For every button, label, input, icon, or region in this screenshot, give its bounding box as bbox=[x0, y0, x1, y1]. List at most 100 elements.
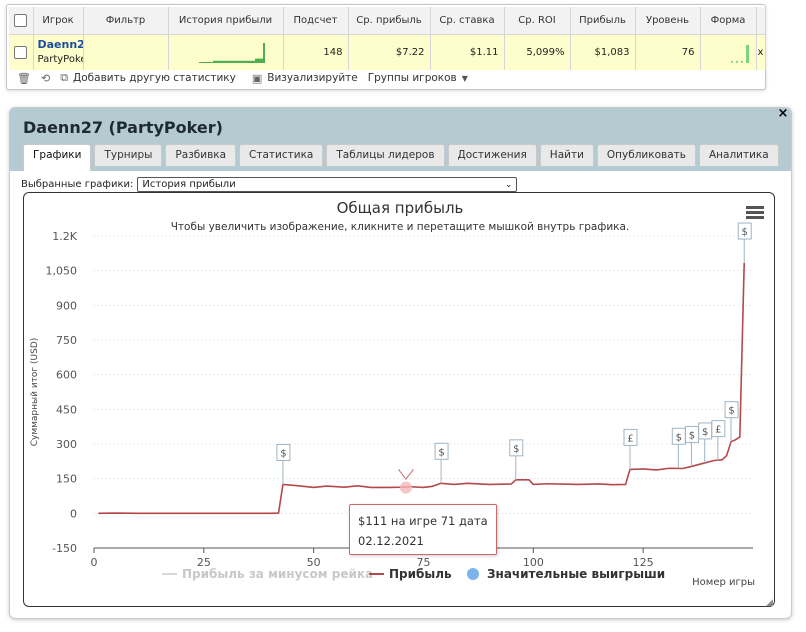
sparkline-bar bbox=[200, 61, 203, 63]
tab-achievements[interactable]: Достижения bbox=[447, 144, 537, 166]
col-header-avg-profit[interactable]: Ср. прибыль bbox=[348, 7, 431, 35]
big-win-flag-label: $ bbox=[728, 406, 734, 417]
sparkline-bar bbox=[246, 60, 249, 63]
chart-select[interactable]: История прибыли ⌄ bbox=[137, 177, 518, 192]
hover-point-marker bbox=[399, 481, 412, 494]
y-tick-label: -150 bbox=[52, 542, 77, 555]
legend-item-net-profit[interactable]: Прибыль за минусом рейка bbox=[182, 567, 373, 581]
tab-tournaments[interactable]: Турниры bbox=[94, 144, 163, 166]
form-bar bbox=[730, 60, 733, 63]
table-row[interactable]: Daenn27 PartyPoker 148 $7.22 $1.11 5,099… bbox=[9, 34, 766, 70]
tab-bar: Графики Турниры Разбивка Статистика Табл… bbox=[23, 144, 779, 171]
profit-cell: $1,083 bbox=[570, 34, 636, 70]
big-win-flag-label: $ bbox=[438, 447, 444, 458]
hamburger-menu-icon[interactable] bbox=[746, 206, 764, 220]
col-header-avg-stake[interactable]: Ср. ставка bbox=[430, 7, 505, 35]
col-header-level[interactable]: Уровень bbox=[635, 7, 701, 35]
tooltip-line2: 02.12.2021 bbox=[358, 534, 424, 548]
col-header-count[interactable]: Подсчет bbox=[283, 7, 349, 35]
tab-breakdown[interactable]: Разбивка bbox=[165, 144, 237, 166]
trash-icon[interactable]: 🗑 bbox=[17, 72, 31, 85]
stats-table: Игрок Фильтр История прибыли Подсчет Ср.… bbox=[9, 7, 766, 70]
sparkline-bar bbox=[260, 58, 263, 63]
sparkline-bar bbox=[240, 60, 243, 63]
sparkline-bar bbox=[238, 60, 241, 63]
y-tick-label: 750 bbox=[56, 334, 77, 347]
refresh-icon[interactable]: ⟲ bbox=[41, 72, 50, 85]
sparkline-bar bbox=[202, 61, 205, 63]
select-all-checkbox[interactable] bbox=[14, 13, 28, 27]
tab-statistics[interactable]: Статистика bbox=[239, 144, 324, 166]
detail-header: Daenn27 (PartyPoker) Графики Турниры Раз… bbox=[10, 108, 791, 171]
sparkline-bar bbox=[226, 60, 229, 63]
big-win-flag-label: $ bbox=[689, 430, 695, 441]
tooltip-line1: $111 на игре 71 дата bbox=[358, 514, 488, 528]
sparkline-bar bbox=[256, 58, 259, 63]
filter-cell[interactable] bbox=[83, 34, 169, 70]
sparkline-bar bbox=[208, 61, 211, 63]
col-header-avg-roi[interactable]: Ср. ROI bbox=[504, 7, 571, 35]
sparkline-bar bbox=[250, 60, 253, 63]
sparkline-bar bbox=[232, 60, 235, 63]
table-header-row: Игрок Фильтр История прибыли Подсчет Ср.… bbox=[9, 7, 766, 35]
y-tick-label: 0 bbox=[70, 507, 77, 520]
remove-row-button[interactable]: x bbox=[756, 34, 766, 70]
col-header-profit[interactable]: Прибыль bbox=[570, 7, 636, 35]
col-header-player[interactable]: Игрок bbox=[33, 7, 84, 35]
sparkline-bar bbox=[218, 60, 221, 63]
chart-tooltip: $111 на игре 71 дата 02.12.2021 bbox=[349, 504, 497, 555]
player-cell[interactable]: Daenn27 PartyPoker bbox=[33, 34, 84, 70]
col-header-filter[interactable]: Фильтр bbox=[83, 7, 169, 35]
form-bars bbox=[730, 44, 749, 63]
tab-publish[interactable]: Опубликовать bbox=[596, 144, 696, 166]
chart-subtitle: Чтобы увеличить изображение, кликните и … bbox=[170, 221, 630, 233]
profit-sparkline bbox=[198, 42, 265, 63]
avg-roi-cell: 5,099% bbox=[504, 34, 571, 70]
legend-item-profit[interactable]: Прибыль bbox=[389, 567, 452, 581]
add-stats-button[interactable]: ⧉ Добавить другую статистику bbox=[60, 71, 236, 85]
sparkline-bar bbox=[234, 60, 237, 63]
legend-item-big-wins[interactable]: Значительные выигрыши bbox=[487, 567, 665, 581]
detail-title: Daenn27 (PartyPoker) bbox=[23, 118, 223, 137]
count-cell: 148 bbox=[283, 34, 349, 70]
tab-graphs[interactable]: Графики bbox=[23, 144, 92, 171]
caret-down-icon: ▼ bbox=[461, 73, 468, 83]
visualize-button[interactable]: ▣ Визуализируйте bbox=[252, 72, 358, 85]
sparkline-bar bbox=[198, 61, 201, 63]
profit-chart[interactable]: 1.2K 1,050 900 750 600 450 300 150 0 -150 0 25 50 75 1… bbox=[23, 192, 775, 607]
x-axis-title: Номер игры bbox=[692, 577, 755, 588]
tooltip-pointer bbox=[397, 469, 414, 480]
tab-leaderboards[interactable]: Таблицы лидеров bbox=[326, 144, 445, 166]
col-header-form[interactable]: Форма bbox=[700, 7, 757, 35]
sparkline-bar bbox=[242, 60, 245, 63]
sparkline-bar bbox=[220, 60, 223, 63]
player-groups-dropdown[interactable]: Группы игроков ▼ bbox=[368, 72, 468, 84]
copy-icon: ⧉ bbox=[60, 71, 69, 84]
close-panel-button[interactable]: × bbox=[775, 107, 791, 121]
row-checkbox[interactable] bbox=[14, 45, 28, 59]
table-toolbar: 🗑 ⟲ ⧉ Добавить другую статистику ▣ Визуа… bbox=[17, 69, 468, 87]
col-header-spacer bbox=[756, 7, 766, 35]
resize-handle-icon[interactable]: ◢ bbox=[766, 598, 773, 608]
y-tick-label: 600 bbox=[56, 369, 77, 382]
visualize-label: Визуализируйте bbox=[267, 72, 358, 84]
tab-analytics[interactable]: Аналитика bbox=[698, 144, 779, 166]
big-win-flag-label: £ bbox=[715, 425, 721, 436]
sparkline-bar bbox=[244, 60, 247, 63]
col-header-profit-history[interactable]: История прибыли bbox=[168, 7, 284, 35]
sparkline-bar bbox=[214, 60, 217, 63]
row-select-cell[interactable] bbox=[9, 34, 34, 70]
select-all-cell[interactable] bbox=[9, 7, 34, 35]
big-win-flag-label: $ bbox=[280, 448, 286, 459]
y-tick-label: 1,050 bbox=[46, 265, 78, 278]
chart-select-row: Выбранные графики: История прибыли ⌄ bbox=[21, 177, 518, 192]
y-tick-label: 900 bbox=[56, 299, 77, 312]
player-name-link[interactable]: Daenn27 bbox=[38, 37, 83, 52]
x-tick-label: 0 bbox=[91, 556, 98, 569]
profit-history-cell bbox=[168, 34, 284, 70]
form-bar bbox=[735, 60, 738, 63]
big-win-flag-label: $ bbox=[676, 432, 682, 443]
y-tick-label: 300 bbox=[56, 438, 77, 451]
sparkline-bar bbox=[254, 58, 257, 63]
tab-find[interactable]: Найти bbox=[539, 144, 594, 166]
